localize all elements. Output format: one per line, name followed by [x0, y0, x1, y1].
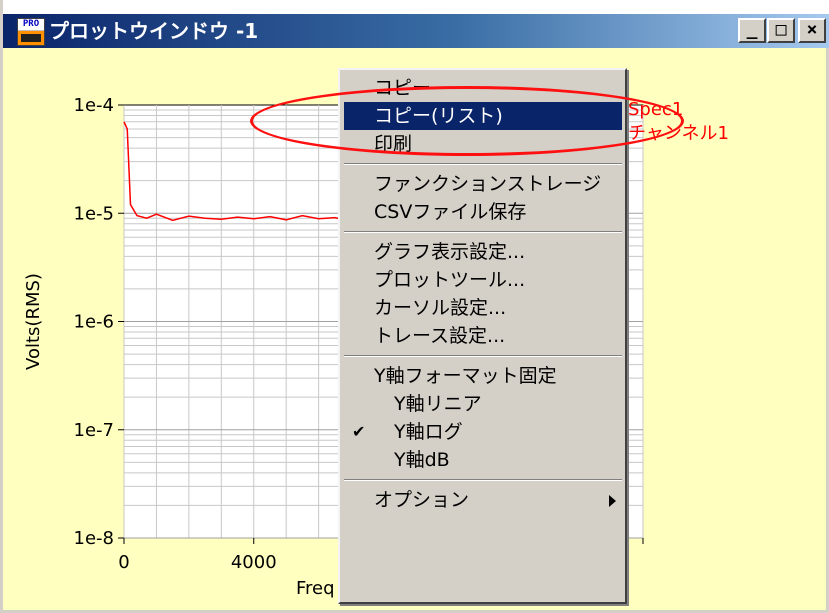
annotation-ellipse [250, 86, 684, 156]
menu-item-label: Y軸ログ [394, 421, 463, 443]
menu-item[interactable]: ファンクションストレージ [344, 170, 622, 198]
menu-item[interactable]: オプション [344, 486, 622, 514]
window-title: プロットウインドウ -1 [49, 19, 259, 43]
y-axis-label: Volts(RMS) [23, 273, 44, 370]
x-tick-label: 4000 [231, 552, 277, 573]
submenu-arrow-icon [609, 495, 616, 507]
y-tick-label: 1e-5 [74, 203, 114, 224]
app-icon-label: PRO [18, 19, 44, 30]
y-tick-label: 1e-7 [74, 420, 114, 441]
x-axis-label: Freq [296, 578, 335, 599]
y-tick-label: 1e-6 [74, 312, 114, 333]
menu-item-label: CSVファイル保存 [374, 201, 527, 223]
menu-item-label: Y軸リニア [394, 393, 482, 415]
app-icon[interactable]: PRO [17, 18, 45, 46]
menu-item-label: オプション [374, 489, 470, 511]
close-button[interactable]: × [798, 18, 826, 43]
menu-separator [344, 355, 622, 357]
menu-item[interactable]: Y軸dB [344, 446, 622, 474]
menu-item[interactable]: プロットツール... [344, 266, 622, 294]
menu-item-label: Y軸dB [394, 449, 450, 471]
menu-item[interactable]: Y軸リニア [344, 390, 622, 418]
desktop-strip [3, 0, 829, 14]
minimize-button[interactable]: _ [738, 18, 766, 43]
x-tick-label: 0 [118, 552, 129, 573]
menu-item[interactable]: グラフ表示設定... [344, 238, 622, 266]
menu-separator [344, 479, 622, 481]
menu-item[interactable]: Y軸フォーマット固定 [344, 362, 622, 390]
y-tick-label: 1e-8 [74, 528, 114, 549]
menu-item[interactable]: ✔ Y軸ログ [344, 418, 622, 446]
menu-separator [344, 231, 622, 233]
maximize-button[interactable]: □ [767, 18, 795, 43]
menu-item[interactable]: カーソル設定... [344, 294, 622, 322]
menu-item[interactable]: トレース設定... [344, 322, 622, 350]
menu-item-label: ファンクションストレージ [374, 173, 602, 195]
menu-item-label: グラフ表示設定... [374, 241, 526, 263]
menu-separator [344, 163, 622, 165]
menu-item-label: カーソル設定... [374, 297, 507, 319]
menu-item-label: トレース設定... [374, 325, 506, 347]
check-icon: ✔ [352, 422, 366, 441]
app-icon-graphic [18, 31, 44, 45]
menu-item[interactable]: CSVファイル保存 [344, 198, 622, 226]
menu-item-label: プロットツール... [374, 269, 526, 291]
menu-item-label: Y軸フォーマット固定 [374, 365, 557, 387]
y-tick-label: 1e-4 [74, 95, 114, 116]
